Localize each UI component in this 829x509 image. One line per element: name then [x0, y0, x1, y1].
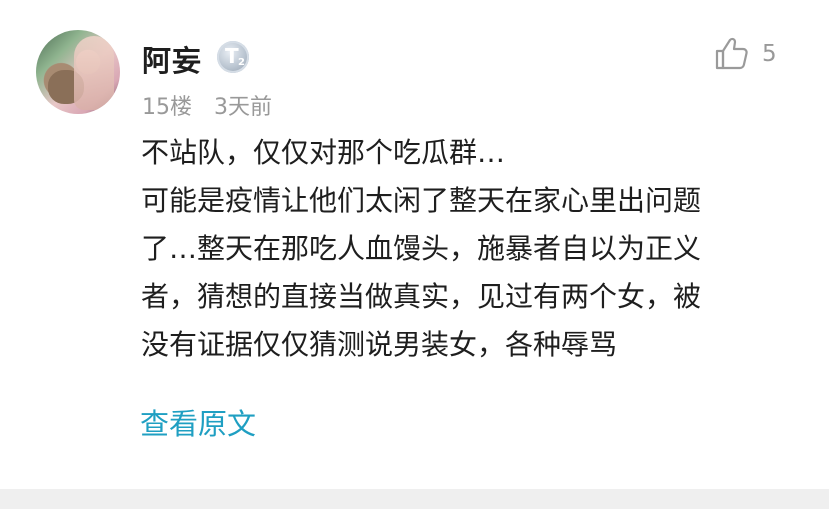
post-time: 3天前 — [214, 95, 272, 120]
view-original-link[interactable]: 查看原文 — [140, 401, 256, 443]
avatar-hair-shape — [74, 36, 114, 110]
comment-line: 没有证据仅仅猜测说男装女，各种辱骂 — [141, 328, 618, 361]
like-button[interactable]: 5 — [713, 36, 777, 72]
level-badge-letter: T — [225, 44, 239, 68]
comment-line: 了…整天在那吃人血馒头，施暴者自以为正义 — [141, 232, 702, 265]
avatar[interactable] — [36, 30, 120, 114]
comment-meta: 15楼 3天前 — [142, 89, 272, 121]
floor-number: 15楼 — [142, 95, 192, 120]
comment-line: 不站队，仅仅对那个吃瓜群… — [141, 136, 506, 169]
level-badge-icon: T 2 — [217, 41, 249, 73]
comment-card: 阿妄 T 2 15楼 3天前 5 不站队，仅仅对那个吃瓜群… 可能是疫情让他们太闲… — [0, 0, 829, 489]
comment-line: 可能是疫情让他们太闲了整天在家心里出问题 — [141, 184, 702, 217]
like-count: 5 — [762, 41, 777, 67]
section-divider — [0, 489, 829, 509]
thumbs-up-icon — [715, 37, 748, 70]
level-badge-number: 2 — [238, 57, 245, 68]
comment-line: 者，猜想的直接当做真实，见过有两个女，被 — [141, 280, 702, 313]
username[interactable]: 阿妄 — [142, 38, 202, 80]
comment-body: 不站队，仅仅对那个吃瓜群… 可能是疫情让他们太闲了整天在家心里出问题 了…整天在… — [141, 129, 801, 369]
